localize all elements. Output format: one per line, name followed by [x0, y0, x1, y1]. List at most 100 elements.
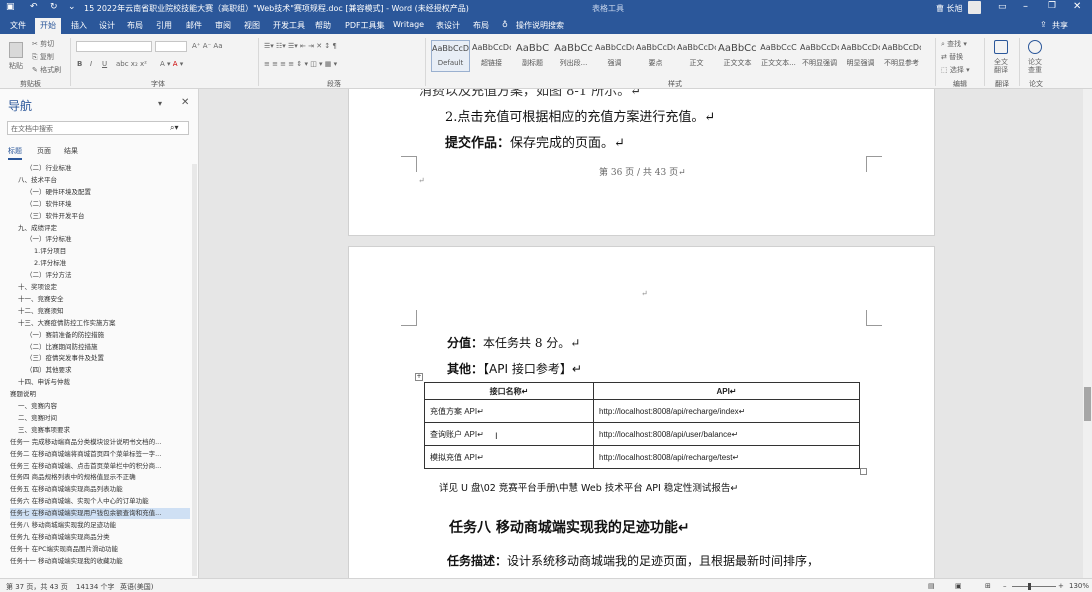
strike-sub-super-icons[interactable]: abc x₂ x²	[116, 60, 147, 68]
nav-heading-item[interactable]: （二）软件环境	[26, 199, 190, 210]
nav-heading-item[interactable]: 任务七 在移动商城端实现用户钱包余额查询和充值...	[10, 508, 190, 520]
font-grow-icon[interactable]: A⁺ A⁻ Aa	[192, 42, 223, 50]
nav-heading-item[interactable]: 十一、竞赛安全	[18, 294, 190, 305]
restore-icon[interactable]: ❐	[1048, 1, 1056, 11]
share-button[interactable]: 共享	[1052, 20, 1068, 31]
nav-heading-item[interactable]: （四）其他要求	[26, 365, 190, 376]
nav-search-input[interactable]: 在文档中搜索 ⌕▾	[7, 121, 189, 135]
nav-heading-item[interactable]: （三）疫情突发事件及处置	[26, 353, 190, 364]
tab-table-design[interactable]: 表设计	[436, 20, 460, 31]
cut-button[interactable]: ✂ 剪切	[32, 39, 54, 49]
zoom-out-button[interactable]: –	[1003, 582, 1007, 590]
zoom-slider[interactable]	[1012, 586, 1056, 587]
tab-review[interactable]: 审阅	[215, 20, 231, 31]
nav-heading-item[interactable]: 三、竞赛事项要求	[18, 425, 190, 436]
font-name-select[interactable]	[76, 41, 152, 52]
table-cell[interactable]: 模拟充值 API↵	[424, 445, 594, 469]
nav-heading-item[interactable]: 任务三 在移动商城端、点击首页菜单栏中的积分商...	[10, 461, 190, 472]
table-cell[interactable]: http://localhost:8008/api/user/balance↵	[593, 422, 860, 446]
paste-icon[interactable]	[9, 42, 23, 58]
tab-pdf-tools[interactable]: PDF工具集	[345, 20, 385, 31]
table-header-cell[interactable]: 接口名称↵	[424, 382, 594, 400]
close-icon[interactable]: ✕	[1073, 1, 1081, 12]
nav-heading-item[interactable]: 2.评分标准	[34, 258, 190, 269]
style-item[interactable]: AaBbCcDd 要点	[636, 40, 675, 72]
nav-heading-item[interactable]: （一）评分标准	[26, 234, 190, 245]
nav-tab-pages[interactable]: 页面	[37, 146, 51, 156]
zoom-level[interactable]: 130%	[1069, 582, 1089, 590]
nav-heading-item[interactable]: 任务四 商品规格列表中的规格值显示不正确	[10, 472, 190, 483]
tab-view[interactable]: 视图	[244, 20, 260, 31]
ribbon-display-icon[interactable]: ▭	[998, 2, 1007, 12]
tab-developer[interactable]: 开发工具	[273, 20, 305, 31]
table-resize-handle[interactable]	[860, 468, 867, 475]
nav-heading-item[interactable]: 九、成绩评定	[18, 223, 190, 234]
underline-button[interactable]: U	[102, 60, 107, 68]
search-icon[interactable]: ⌕▾	[170, 123, 179, 133]
web-layout-icon[interactable]: ⊞	[985, 582, 991, 590]
tab-design[interactable]: 设计	[99, 20, 115, 31]
format-painter-button[interactable]: ✎ 格式刷	[32, 65, 61, 75]
table-cell[interactable]: 查询账户 API↵	[424, 422, 594, 446]
nav-heading-item[interactable]: 任务九 在移动商城端实现商品分类	[10, 532, 190, 543]
nav-options-icon[interactable]: ▾	[158, 99, 162, 108]
undo-icon[interactable]: ↶	[30, 2, 38, 12]
word-count[interactable]: 14134 个字	[76, 582, 115, 592]
avatar[interactable]	[968, 1, 981, 14]
table-cell[interactable]: http://localhost:8008/api/recharge/test↵	[593, 445, 860, 469]
scroll-thumb[interactable]	[1084, 387, 1091, 421]
tell-me-search[interactable]: 操作说明搜索	[516, 20, 564, 31]
style-item[interactable]: AaBbCcDd 明显强调	[841, 40, 880, 72]
nav-heading-item[interactable]: 任务五 在移动商城端实现商品列表功能	[10, 484, 190, 495]
style-item[interactable]: AaBbCc 列出段...	[554, 40, 593, 72]
paper-check-button[interactable]: 论文 查重	[1028, 58, 1042, 74]
style-item[interactable]: AaBbCcDd 超链接	[472, 40, 511, 72]
font-size-select[interactable]	[155, 41, 187, 52]
nav-heading-item[interactable]: （二）比赛期间防控措施	[26, 342, 190, 353]
tab-insert[interactable]: 插入	[71, 20, 87, 31]
find-button[interactable]: ⌕ 查找 ▾	[941, 39, 967, 49]
paper-check-icon[interactable]	[1028, 40, 1042, 54]
minimize-icon[interactable]: –	[1023, 1, 1028, 12]
zoom-slider-thumb[interactable]	[1028, 583, 1031, 590]
tab-file[interactable]: 文件	[10, 20, 26, 31]
vertical-scrollbar[interactable]	[1083, 89, 1092, 578]
nav-heading-item[interactable]: 任务二 在移动商城端将商城首页四个菜单标签一字...	[10, 449, 190, 460]
nav-heading-item[interactable]: （二）行业标准	[26, 163, 190, 174]
table-move-handle[interactable]: +	[415, 373, 423, 381]
nav-tab-headings[interactable]: 标题	[8, 146, 22, 160]
nav-heading-item[interactable]: 一、竞赛内容	[18, 401, 190, 412]
nav-heading-item[interactable]: 任务十一 移动商城端实现我的收藏功能	[10, 556, 190, 567]
nav-heading-item[interactable]: （一）硬件环境及配置	[26, 187, 190, 198]
read-mode-icon[interactable]: ▤	[928, 582, 935, 590]
style-item[interactable]: AaBbCcDc 正文	[677, 40, 716, 72]
style-item[interactable]: AaBbCcDd 不明显强调	[800, 40, 839, 72]
zoom-in-button[interactable]: +	[1058, 582, 1064, 590]
bold-button[interactable]: B	[77, 60, 82, 68]
nav-heading-item[interactable]: 1.评分项目	[34, 246, 190, 257]
print-layout-icon[interactable]: ▣	[955, 582, 962, 590]
nav-heading-item[interactable]: 任务一 完成移动端商品分类模块设计说明书文档的...	[10, 437, 190, 448]
nav-heading-item[interactable]: 十、奖项设定	[18, 282, 190, 293]
customize-qat-icon[interactable]: ⌄	[68, 2, 76, 12]
nav-heading-item[interactable]: 二、竞赛时间	[18, 413, 190, 424]
share-icon[interactable]: ⇪	[1040, 20, 1047, 29]
italic-button[interactable]: I	[90, 60, 92, 68]
tab-layout[interactable]: 布局	[127, 20, 143, 31]
copy-button[interactable]: ⎘ 复制	[32, 52, 54, 62]
nav-heading-item[interactable]: 任务十 在PC端实现商品图片滑动功能	[10, 544, 190, 555]
nav-tab-results[interactable]: 结果	[64, 146, 78, 156]
align-buttons[interactable]: ≡ ≡ ≡ ≡ ⇕ ▾ ◫ ▾ ▦ ▾	[264, 60, 337, 68]
language[interactable]: 英语(美国)	[120, 582, 153, 592]
nav-heading-item[interactable]: 十四、申诉与仲裁	[18, 377, 190, 388]
replace-button[interactable]: ⇄ 替换	[941, 52, 963, 62]
nav-heading-item[interactable]: 十二、竞赛须知	[18, 306, 190, 317]
nav-heading-item[interactable]: 任务八 移动商城端实现我的足迹功能	[10, 520, 190, 531]
style-item[interactable]: AaBbCcDd 强调	[595, 40, 634, 72]
table-header-cell[interactable]: API↵	[593, 382, 860, 400]
font-color-buttons[interactable]: A ▾ A ▾	[160, 60, 183, 68]
nav-close-icon[interactable]: ✕	[181, 97, 189, 108]
style-item[interactable]: AaBbC 副标题	[513, 40, 552, 72]
translate-icon[interactable]	[994, 40, 1008, 54]
nav-heading-item[interactable]: 任务六 在移动商城端、实现个人中心的订单功能	[10, 496, 190, 507]
